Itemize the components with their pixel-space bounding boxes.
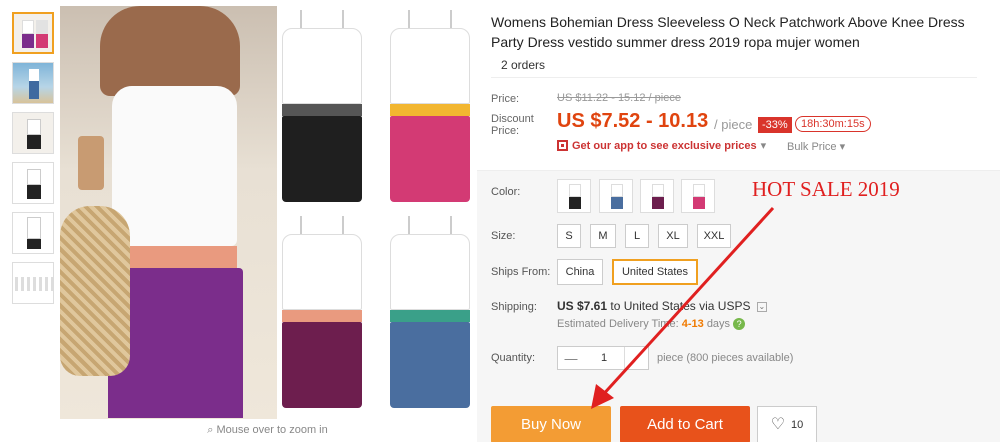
quantity-decrement-button[interactable]: — (558, 351, 584, 366)
add-to-cart-button[interactable]: Add to Cart (620, 406, 750, 442)
main-product-image[interactable] (60, 6, 475, 419)
ships-from-united-states[interactable]: United States (612, 259, 698, 285)
app-promo-link[interactable]: Get our app to see exclusive prices ▾ (557, 139, 766, 152)
color-swatch-wine[interactable] (640, 179, 674, 213)
size-option-l[interactable]: L (625, 224, 649, 248)
product-title: Womens Bohemian Dress Sleeveless O Neck … (491, 14, 965, 50)
thumbnail-5[interactable] (12, 212, 54, 254)
quantity-increment-button[interactable] (624, 347, 648, 369)
estimated-delivery: Estimated Delivery Time: 4-13 days ? (557, 318, 746, 331)
thumbnail-3[interactable] (12, 112, 54, 154)
wishlist-count: 10 (791, 418, 804, 431)
product-info-panel: Womens Bohemian Dress Sleeveless O Neck … (477, 0, 1000, 442)
qr-code-icon (557, 140, 568, 151)
quantity-input[interactable]: 1 (584, 352, 624, 364)
app-promo-text: Get our app to see exclusive prices (572, 139, 757, 152)
delivery-days: 4-13 (681, 318, 704, 330)
size-option-xl[interactable]: XL (658, 224, 688, 248)
ships-from-label: Ships From: (491, 266, 551, 278)
chevron-down-icon[interactable]: ⌄ (756, 301, 767, 312)
quantity-label: Quantity: (491, 352, 536, 364)
ships-from-china[interactable]: China (557, 259, 603, 285)
shipping-label: Shipping: (491, 301, 537, 313)
shipping-price: US $7.61 (557, 299, 608, 313)
thumbnail-list (12, 12, 54, 312)
magnifier-icon: ⌕ (207, 424, 214, 436)
per-piece-unit: / piece (714, 117, 753, 132)
color-swatch-blue[interactable] (599, 179, 633, 213)
discount-price-label-2: Price: (491, 125, 520, 137)
thumbnail-2[interactable] (12, 62, 54, 104)
chevron-down-icon: ▾ (760, 140, 767, 152)
shipping-info[interactable]: US $7.61 to United States via USPS ⌄ (557, 299, 767, 313)
sale-price: US $7.52 - 10.13 (557, 110, 709, 132)
size-option-s[interactable]: S (557, 224, 581, 248)
orders-count: 2 orders (491, 52, 977, 78)
bulk-price-dropdown[interactable]: Bulk Price ▾ (787, 140, 845, 153)
quantity-available: piece (800 pieces available) (657, 352, 794, 364)
size-label: Size: (491, 230, 516, 242)
hot-sale-annotation: HOT SALE 2019 (752, 177, 900, 201)
original-price: US $11.22 - 15.12 / piece (557, 92, 681, 104)
help-icon[interactable]: ? (733, 318, 746, 331)
countdown-timer: 18h:30m:15s (795, 116, 871, 132)
color-swatch-black[interactable] (557, 179, 591, 213)
thumbnail-6[interactable] (12, 262, 54, 304)
zoom-hint: ⌕ Mouse over to zoom in (60, 424, 475, 437)
color-swatch-rose[interactable] (681, 179, 715, 213)
zoom-hint-text: Mouse over to zoom in (216, 424, 328, 436)
price-label: Price: (491, 93, 520, 105)
color-label: Color: (491, 186, 521, 198)
wishlist-button[interactable]: ♡ 10 (757, 406, 817, 442)
options-section: Color: Size: S M L XL XXL Ships From: Ch… (477, 170, 1000, 442)
delivery-prefix: Estimated Delivery Time: (557, 318, 679, 330)
quantity-stepper[interactable]: — 1 (557, 346, 649, 370)
size-option-xxl[interactable]: XXL (697, 224, 731, 248)
thumbnail-1[interactable] (12, 12, 54, 54)
discount-badge: -33% (758, 117, 792, 133)
size-option-m[interactable]: M (590, 224, 616, 248)
dress-rose (390, 10, 470, 202)
dress-wine (282, 216, 362, 408)
delivery-suffix: days (706, 318, 731, 330)
buy-now-button[interactable]: Buy Now (491, 406, 611, 442)
price-section: Price: US $11.22 - 15.12 / piece Discoun… (477, 84, 1000, 170)
shipping-route: to United States via USPS (607, 299, 751, 313)
dress-black (282, 10, 362, 202)
dress-blue (390, 216, 470, 408)
thumbnail-4[interactable] (12, 162, 54, 204)
discount-price-label-1: Discount (491, 113, 534, 125)
heart-icon: ♡ (770, 415, 786, 433)
model-photo (60, 6, 277, 419)
